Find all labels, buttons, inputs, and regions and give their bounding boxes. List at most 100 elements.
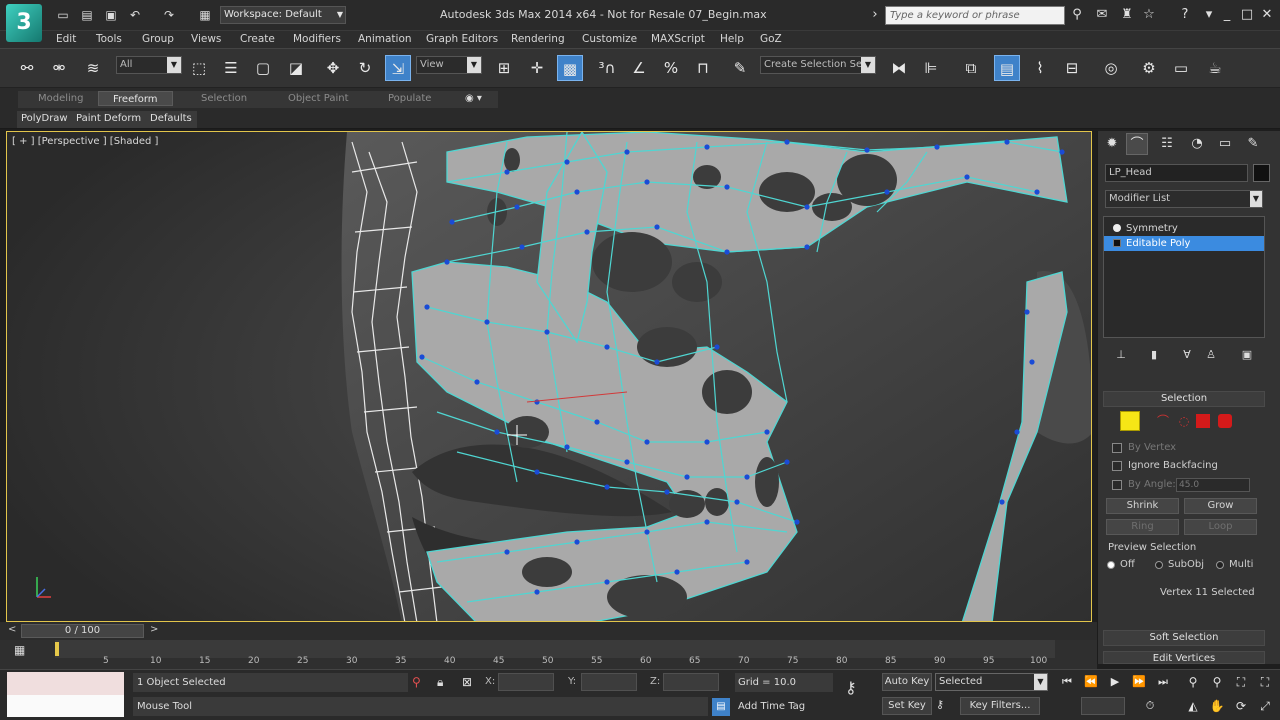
menu-create[interactable]: Create: [240, 33, 275, 45]
edge-level-icon[interactable]: ⌒: [1153, 411, 1173, 431]
help-icon[interactable]: ?: [1176, 6, 1194, 24]
motion-tab-icon[interactable]: ◔: [1186, 133, 1208, 155]
field-of-view-icon[interactable]: ◭: [1183, 697, 1203, 715]
select-and-scale-icon[interactable]: ⇲: [385, 55, 411, 81]
application-menu-button[interactable]: 3: [6, 4, 42, 42]
named-selection-dropdown[interactable]: Create Selection Se ▼: [760, 56, 876, 74]
menu-graph-editors[interactable]: Graph Editors: [426, 33, 498, 45]
preview-multi-radio[interactable]: [1216, 561, 1224, 569]
add-time-tag-button[interactable]: Add Time Tag: [735, 697, 875, 716]
polygon-level-icon[interactable]: [1196, 414, 1210, 428]
menu-views[interactable]: Views: [191, 33, 221, 45]
loop-button[interactable]: Loop: [1184, 519, 1257, 535]
chevron-left-icon[interactable]: <: [8, 624, 16, 635]
absolute-mode-icon[interactable]: ⊠: [462, 675, 472, 689]
unlink-icon[interactable]: ⚮: [46, 55, 72, 81]
menu-goz[interactable]: GoZ: [760, 33, 782, 45]
menu-animation[interactable]: Animation: [358, 33, 412, 45]
time-configuration-icon[interactable]: ⏱: [1140, 697, 1160, 715]
preview-off-radio[interactable]: [1107, 561, 1115, 569]
percent-snap-icon[interactable]: %: [658, 55, 684, 81]
angle-snap-icon[interactable]: ∠: [626, 55, 652, 81]
material-editor-icon[interactable]: ◎: [1098, 55, 1124, 81]
time-tag-icon[interactable]: ▤: [712, 698, 730, 716]
object-name-field[interactable]: LP_Head: [1105, 164, 1248, 182]
pin-stack-icon[interactable]: ⊥: [1112, 348, 1130, 364]
mirror-icon[interactable]: ⧓: [886, 55, 912, 81]
undo-icon[interactable]: ↶: [126, 7, 144, 24]
ignore-backfacing-checkbox[interactable]: [1112, 461, 1122, 471]
pan-view-icon[interactable]: ✋: [1207, 697, 1227, 715]
menu-edit[interactable]: Edit: [56, 33, 76, 45]
ribbon-options-icon[interactable]: ◉ ▾: [465, 93, 482, 104]
select-manipulate-icon[interactable]: ✛: [524, 55, 550, 81]
render-production-icon[interactable]: ☕: [1202, 55, 1228, 81]
current-frame-field[interactable]: [1081, 697, 1125, 715]
orbit-icon[interactable]: ⟳: [1231, 697, 1251, 715]
maxscript-listener[interactable]: [7, 672, 124, 717]
project-folder-icon[interactable]: ▦: [196, 7, 214, 24]
by-vertex-checkbox[interactable]: [1112, 443, 1122, 453]
menu-modifiers[interactable]: Modifiers: [293, 33, 341, 45]
menu-group[interactable]: Group: [142, 33, 174, 45]
snaps-toggle-icon[interactable]: ³∩: [594, 55, 620, 81]
pivot-center-icon[interactable]: ⊞: [491, 55, 517, 81]
x-coordinate-field[interactable]: [498, 673, 554, 691]
selection-filter-dropdown[interactable]: All ▼: [116, 56, 182, 74]
chevron-right-icon[interactable]: ›: [866, 6, 884, 24]
rendered-frame-window-icon[interactable]: ▭: [1168, 55, 1194, 81]
maxscript-input[interactable]: [7, 695, 124, 717]
element-level-icon[interactable]: [1218, 414, 1232, 428]
make-unique-icon[interactable]: ∀: [1178, 348, 1196, 364]
bind-space-warp-icon[interactable]: ≋: [80, 55, 106, 81]
hierarchy-tab-icon[interactable]: ☷: [1156, 133, 1178, 155]
tab-modeling[interactable]: Modeling: [38, 93, 84, 104]
key-filters-button[interactable]: Key Filters...: [960, 697, 1040, 715]
chevron-down-icon[interactable]: ▾: [1200, 6, 1218, 24]
close-icon[interactable]: ✕: [1258, 6, 1276, 24]
modifier-list-dropdown[interactable]: Modifier List ▼: [1105, 190, 1263, 208]
lightbulb-icon[interactable]: [1113, 224, 1121, 232]
zoom-icon[interactable]: ⚲: [1183, 673, 1203, 691]
tab-selection[interactable]: Selection: [201, 93, 247, 104]
save-file-icon[interactable]: ▣: [102, 7, 120, 24]
perspective-viewport[interactable]: [ + ] [Perspective ] [Shaded ]: [6, 131, 1092, 622]
maximize-icon[interactable]: □: [1238, 6, 1256, 24]
zoom-all-icon[interactable]: ⚲: [1207, 673, 1227, 691]
border-level-icon[interactable]: ◌: [1174, 411, 1194, 431]
workspace-dropdown[interactable]: Workspace: Default ▼: [220, 6, 346, 24]
select-by-name-icon[interactable]: ☰: [218, 55, 244, 81]
search-input[interactable]: Type a keyword or phrase: [885, 6, 1065, 25]
favorites-star-icon[interactable]: ☆: [1140, 6, 1158, 24]
y-coordinate-field[interactable]: [581, 673, 637, 691]
edit-vertices-rollout-header[interactable]: Edit Vertices: [1103, 651, 1265, 664]
binoculars-icon[interactable]: ⚲: [1068, 6, 1086, 24]
object-color-swatch[interactable]: [1253, 164, 1270, 182]
track-bar-menu-icon[interactable]: ▦: [14, 643, 36, 665]
viewport-canvas[interactable]: [7, 132, 1092, 622]
communication-center-icon[interactable]: ✉: [1093, 6, 1111, 24]
preview-subobj-radio[interactable]: [1155, 561, 1163, 569]
redo-icon[interactable]: ↷: [160, 7, 178, 24]
zoom-extents-icon[interactable]: ⛶: [1231, 673, 1251, 691]
new-file-icon[interactable]: ▭: [54, 7, 72, 24]
stack-item-symmetry[interactable]: Symmetry: [1104, 221, 1264, 236]
key-icon[interactable]: ⚷: [845, 678, 857, 697]
time-slider[interactable]: 0 / 100: [21, 624, 144, 638]
panel-defaults[interactable]: Defaults: [150, 113, 192, 124]
select-object-icon[interactable]: ⬚: [186, 55, 212, 81]
rectangular-selection-icon[interactable]: ▢: [250, 55, 276, 81]
subscription-icon[interactable]: ♜: [1118, 6, 1136, 24]
remove-modifier-icon[interactable]: ♙: [1202, 348, 1220, 364]
panel-paint-deform[interactable]: Paint Deform: [76, 113, 141, 124]
previous-frame-icon[interactable]: ⏪: [1081, 673, 1101, 691]
menu-help[interactable]: Help: [720, 33, 744, 45]
select-and-link-icon[interactable]: ⚯: [14, 55, 40, 81]
create-tab-icon[interactable]: ✹: [1101, 133, 1123, 155]
menu-customize[interactable]: Customize: [582, 33, 637, 45]
menu-maxscript[interactable]: MAXScript: [651, 33, 705, 45]
modify-tab-icon[interactable]: ⌒: [1126, 133, 1148, 155]
edit-named-selection-icon[interactable]: ✎: [727, 55, 753, 81]
ring-button[interactable]: Ring: [1106, 519, 1179, 535]
select-and-move-icon[interactable]: ✥: [320, 55, 346, 81]
